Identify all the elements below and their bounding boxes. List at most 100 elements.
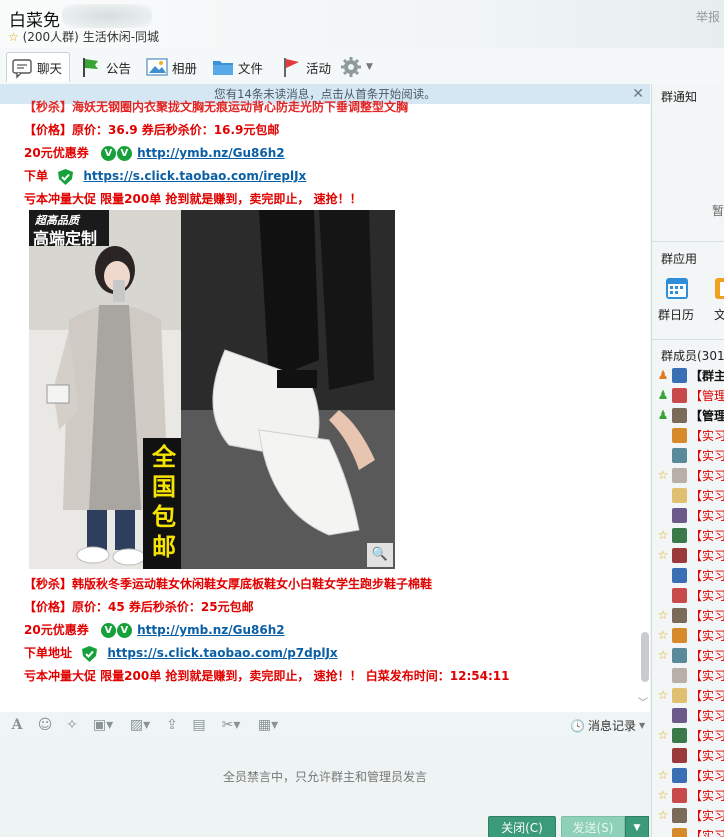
member-name: 【实习 bbox=[689, 468, 724, 483]
settings-menu-button[interactable]: ▼ bbox=[336, 52, 377, 82]
mute-notice: 全员禁言中，只允许群主和管理员发言 bbox=[222, 770, 427, 784]
more-tools-icon[interactable]: ▦▾ bbox=[253, 717, 283, 733]
badge-placeholder bbox=[656, 708, 670, 722]
avatar bbox=[672, 607, 687, 623]
member-row[interactable]: ☆ 【实习 bbox=[656, 766, 724, 784]
avatar bbox=[672, 407, 687, 423]
input-toolbar: A ☺ ✧ ▣▾ ▨▾ ⇪ ▤ ✂▾ ▦▾ 🕓 消息记录 ▼ bbox=[0, 712, 650, 738]
send-options-button[interactable]: ▼ bbox=[625, 816, 649, 837]
order-link[interactable]: https://s.click.taobao.com/p7dplJx bbox=[107, 646, 337, 660]
font-icon[interactable]: A bbox=[8, 717, 26, 733]
coupon-link[interactable]: http://ymb.nz/Gu86h2 bbox=[137, 146, 285, 160]
magic-wand-icon[interactable]: ✧ bbox=[63, 717, 81, 733]
avatar bbox=[672, 627, 687, 643]
member-row[interactable]: ☆ 【实习 bbox=[656, 786, 724, 804]
member-row[interactable]: 【实习 bbox=[656, 566, 724, 584]
member-row[interactable]: 【实习 bbox=[656, 666, 724, 684]
group-info: ☆ (200人群) 生活休闲-同城 bbox=[8, 28, 159, 45]
group-category: 生活休闲-同城 bbox=[82, 30, 160, 44]
message-input[interactable]: 全员禁言中，只允许群主和管理员发言 bbox=[0, 738, 650, 814]
member-row[interactable]: 【实习 bbox=[656, 426, 724, 444]
tab-announcement[interactable]: 公告 bbox=[76, 52, 135, 82]
bag-icon[interactable]: ▤ bbox=[190, 717, 208, 733]
message-coupon: 20元优惠券 VV http://ymb.nz/Gu86h2 bbox=[24, 621, 285, 638]
group-side-panel: 群通知 暂 群应用 群日历 文 群成员(301, ♟ 【群主 ♟ 【管理 ♟ 【管理 【实习… bbox=[651, 84, 724, 837]
tab-files[interactable]: 文件 bbox=[208, 52, 267, 82]
image-tag-char: 国 bbox=[152, 473, 176, 501]
tab-album[interactable]: 相册 bbox=[142, 52, 201, 82]
member-row[interactable]: ☆ 【实习 bbox=[656, 646, 724, 664]
member-name: 【实习 bbox=[689, 608, 724, 623]
member-row[interactable]: ♟ 【管理 bbox=[656, 386, 724, 404]
app-calendar-label[interactable]: 群日历 bbox=[658, 306, 694, 323]
member-row[interactable]: ☆ 【实习 bbox=[656, 606, 724, 624]
member-row[interactable]: 【实习 bbox=[656, 706, 724, 724]
file-app-icon[interactable] bbox=[714, 276, 724, 300]
member-row[interactable]: ☆ 【实习 bbox=[656, 806, 724, 824]
message-price: 【价格】原价：45 券后秒杀价：25元包邮 bbox=[24, 600, 254, 614]
star-icon: ☆ bbox=[657, 468, 669, 482]
star-icon: ☆ bbox=[657, 808, 669, 822]
scissors-icon[interactable]: ✂▾ bbox=[216, 717, 246, 733]
close-button[interactable]: 关闭(C) bbox=[488, 816, 556, 837]
member-name: 【实习 bbox=[689, 508, 724, 523]
image-icon[interactable]: ▨▾ bbox=[125, 717, 155, 733]
member-row[interactable]: ☆ 【实习 bbox=[656, 546, 724, 564]
verified-icon: V bbox=[116, 146, 132, 161]
message-title: 【秒杀】韩版秋冬季运动鞋女休闲鞋女厚底板鞋女小白鞋女学生跑步鞋子棉鞋 bbox=[24, 577, 433, 591]
member-name: 【实习 bbox=[689, 788, 724, 803]
tab-chat[interactable]: 聊天 bbox=[6, 52, 70, 82]
magnifier-icon[interactable]: 🔍 bbox=[367, 543, 393, 567]
member-row[interactable]: ☆ 【实习 bbox=[656, 466, 724, 484]
chat-message-area[interactable]: 您有14条未读消息，点击从首条开始阅读。 ✕ 【秒杀】海妖无钢圈内衣聚拢文胸无痕… bbox=[0, 84, 650, 712]
avatar bbox=[672, 447, 687, 463]
avatar bbox=[672, 587, 687, 603]
send-button[interactable]: 发送(S) bbox=[561, 816, 625, 837]
coupon-link[interactable]: http://ymb.nz/Gu86h2 bbox=[137, 623, 285, 637]
chat-scrollbar[interactable] bbox=[641, 632, 649, 682]
avatar bbox=[672, 727, 687, 743]
member-row[interactable]: ☆ 【实习 bbox=[656, 626, 724, 644]
member-row[interactable]: 【实习 bbox=[656, 506, 724, 524]
admin-icon: ♟ bbox=[657, 388, 669, 402]
member-row[interactable]: 【实习 bbox=[656, 486, 724, 504]
badge-placeholder bbox=[656, 568, 670, 582]
emoji-icon[interactable]: ☺ bbox=[36, 717, 54, 733]
member-name: 【实习 bbox=[689, 808, 724, 823]
verified-icon: V bbox=[116, 623, 132, 638]
tab-chat-label: 聊天 bbox=[37, 61, 63, 76]
product-image[interactable]: 超高品质 高端定制 全 国 包 邮 🔍 bbox=[29, 210, 395, 569]
member-row[interactable]: 【实习 bbox=[656, 586, 724, 604]
member-name: 【实习 bbox=[689, 588, 724, 603]
member-name: 【实习 bbox=[689, 528, 724, 543]
gift-icon[interactable]: ▣▾ bbox=[88, 717, 118, 733]
order-link[interactable]: https://s.click.taobao.com/ireplJx bbox=[83, 169, 306, 183]
star-icon: ☆ bbox=[657, 768, 669, 782]
verified-icon: V bbox=[100, 146, 116, 161]
close-icon[interactable]: ✕ bbox=[632, 85, 644, 103]
member-name: 【实习 bbox=[689, 828, 724, 837]
app-file-label[interactable]: 文 bbox=[714, 306, 724, 323]
avatar bbox=[672, 827, 687, 837]
member-row[interactable]: ☆ 【实习 bbox=[656, 526, 724, 544]
member-row[interactable]: ☆ 【实习 bbox=[656, 726, 724, 744]
chevron-down-icon: ▼ bbox=[633, 823, 641, 833]
message-history-button[interactable]: 🕓 消息记录 ▼ bbox=[570, 717, 645, 734]
star-icon: ☆ bbox=[657, 628, 669, 642]
member-row[interactable]: ♟ 【群主 bbox=[656, 366, 724, 384]
calendar-icon[interactable] bbox=[665, 276, 689, 300]
member-row[interactable]: 【实习 bbox=[656, 446, 724, 464]
upload-icon[interactable]: ⇪ bbox=[163, 717, 181, 733]
scroll-down-icon[interactable]: ﹀ bbox=[638, 694, 648, 709]
member-row[interactable]: ☆ 【实习 bbox=[656, 686, 724, 704]
member-row[interactable]: 【实习 bbox=[656, 826, 724, 837]
member-name: 【实习 bbox=[689, 748, 724, 763]
message-order: 下单 https://s.click.taobao.com/ireplJx bbox=[24, 167, 306, 185]
member-row[interactable]: 【实习 bbox=[656, 746, 724, 764]
member-row[interactable]: ♟ 【管理 bbox=[656, 406, 724, 424]
gear-icon bbox=[341, 57, 361, 77]
shield-check-icon bbox=[58, 168, 74, 185]
message-promo: 亏本冲量大促 限量200单 抢到就是赚到，卖完即止， 速抢！！ 白菜发布时间：1… bbox=[24, 669, 510, 683]
tab-activity[interactable]: 活动 bbox=[276, 52, 335, 82]
report-link[interactable]: 举报 bbox=[696, 8, 720, 25]
